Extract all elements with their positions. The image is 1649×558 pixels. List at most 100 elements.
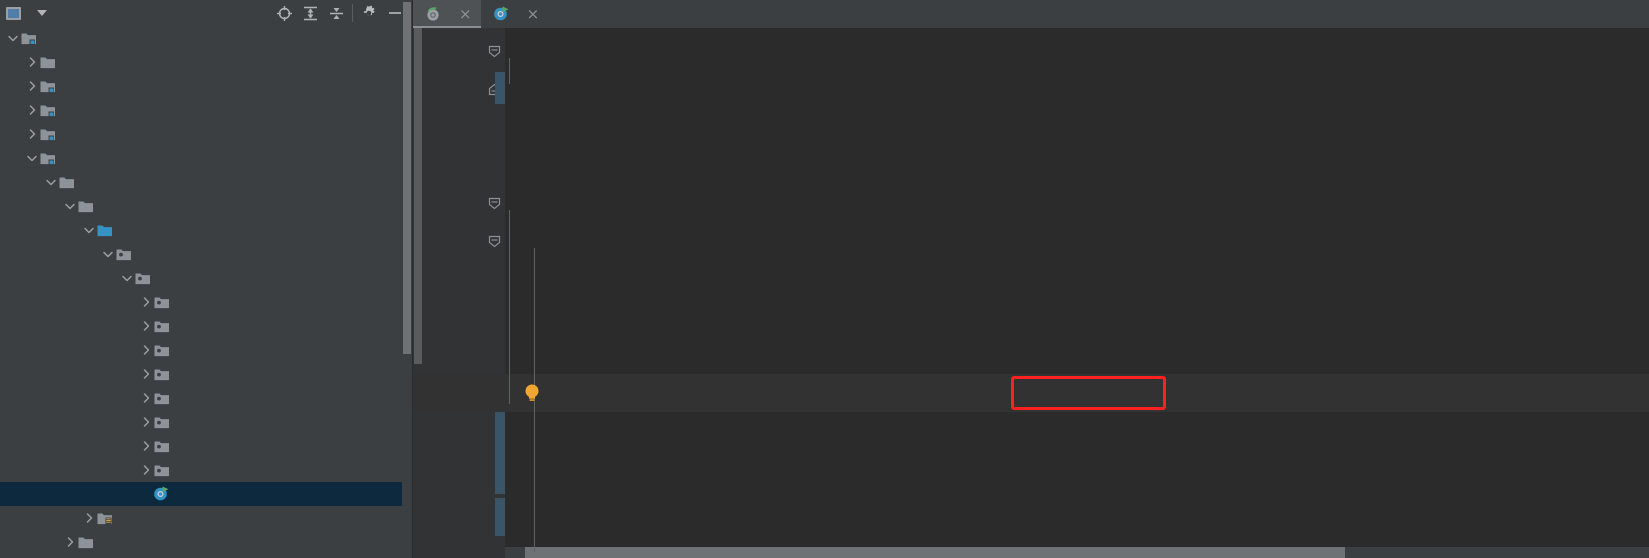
editor-tab[interactable]: × xyxy=(413,0,481,28)
fold-collapse-icon[interactable] xyxy=(487,32,501,70)
tree-row[interactable] xyxy=(0,74,412,98)
package-icon xyxy=(153,314,170,338)
package-icon xyxy=(134,266,151,290)
tree-row[interactable] xyxy=(0,290,412,314)
collapse-all-icon[interactable] xyxy=(323,2,349,24)
line-number xyxy=(413,146,452,184)
editor-horizontal-scrollbar-thumb[interactable] xyxy=(525,547,1345,558)
chevron-right-icon[interactable] xyxy=(25,50,39,74)
tree-row[interactable] xyxy=(0,194,412,218)
code-fold-guide xyxy=(509,210,510,404)
module-folder-icon xyxy=(20,26,37,50)
project-panel-scrollbar-track[interactable] xyxy=(402,0,412,558)
project-panel-scrollbar-thumb[interactable] xyxy=(403,2,411,354)
line-number xyxy=(413,222,452,260)
tree-row[interactable] xyxy=(0,506,412,530)
chevron-right-icon[interactable] xyxy=(25,74,39,98)
chevron-right-icon[interactable] xyxy=(139,458,153,482)
expand-all-icon[interactable] xyxy=(297,2,323,24)
package-icon xyxy=(153,458,170,482)
resources-folder-icon xyxy=(96,506,113,530)
code-fold-guide xyxy=(509,58,510,84)
chevron-down-icon[interactable] xyxy=(63,194,77,218)
idea-window: × × xyxy=(0,0,1649,558)
tree-row[interactable] xyxy=(0,314,412,338)
line-number xyxy=(413,526,452,558)
editor-tab-bar: × × xyxy=(413,0,1649,28)
line-number xyxy=(413,184,452,222)
tree-row[interactable] xyxy=(0,338,412,362)
tree-row[interactable] xyxy=(0,50,412,74)
chevron-down-icon[interactable] xyxy=(120,266,134,290)
chevron-right-icon[interactable] xyxy=(139,386,153,410)
tree-row[interactable] xyxy=(0,434,412,458)
tree-row[interactable] xyxy=(0,170,412,194)
folder-icon xyxy=(39,50,56,74)
tree-row[interactable] xyxy=(0,218,412,242)
fold-collapse-icon[interactable] xyxy=(487,222,501,260)
line-number xyxy=(413,108,452,146)
module-folder-icon xyxy=(39,122,56,146)
line-number xyxy=(413,488,452,526)
chevron-right-icon[interactable] xyxy=(82,506,96,530)
editor-gutter[interactable] xyxy=(423,28,505,558)
chevron-down-icon[interactable] xyxy=(6,26,20,50)
tree-row[interactable] xyxy=(0,122,412,146)
chevron-down-icon[interactable] xyxy=(82,218,96,242)
fold-collapse-icon[interactable] xyxy=(487,184,501,222)
chevron-right-icon[interactable] xyxy=(139,410,153,434)
chevron-down-icon[interactable] xyxy=(44,170,58,194)
tree-row[interactable] xyxy=(0,386,412,410)
tree-row[interactable] xyxy=(0,26,412,50)
project-window-icon xyxy=(6,6,21,20)
yaml-file-icon xyxy=(425,6,442,22)
project-tree[interactable] xyxy=(0,26,412,558)
close-icon[interactable]: × xyxy=(527,6,540,22)
folder-icon xyxy=(77,194,94,218)
chevron-right-icon[interactable] xyxy=(139,290,153,314)
project-tool-window xyxy=(0,0,412,558)
tree-row[interactable] xyxy=(0,266,412,290)
package-icon xyxy=(153,290,170,314)
tree-row[interactable] xyxy=(0,362,412,386)
tree-row[interactable] xyxy=(0,458,412,482)
chevron-right-icon[interactable] xyxy=(139,434,153,458)
chevron-right-icon[interactable] xyxy=(63,530,77,554)
package-icon xyxy=(153,434,170,458)
toolbar-divider xyxy=(352,4,353,22)
module-folder-icon xyxy=(39,98,56,122)
locate-icon[interactable] xyxy=(271,2,297,24)
tree-row[interactable] xyxy=(0,530,412,554)
package-icon xyxy=(153,410,170,434)
chevron-right-icon[interactable] xyxy=(139,362,153,386)
line-number xyxy=(413,260,452,298)
code-line-current[interactable] xyxy=(413,374,1649,412)
package-icon xyxy=(153,338,170,362)
close-icon[interactable]: × xyxy=(459,6,472,22)
java-class-run-icon xyxy=(493,6,510,22)
tree-row[interactable] xyxy=(0,242,412,266)
chevron-down-icon[interactable] xyxy=(25,146,39,170)
code-editor[interactable] xyxy=(413,28,1649,558)
tree-row[interactable] xyxy=(0,410,412,434)
tree-arrow-none xyxy=(139,482,153,506)
tree-row[interactable] xyxy=(0,146,412,170)
module-folder-icon xyxy=(39,74,56,98)
chevron-down-icon[interactable] xyxy=(101,242,115,266)
editor-horizontal-scrollbar-track[interactable] xyxy=(505,547,1649,558)
chevron-right-icon[interactable] xyxy=(25,122,39,146)
tree-row-selected[interactable] xyxy=(0,482,412,506)
tree-row[interactable] xyxy=(0,98,412,122)
editor-tab[interactable]: × xyxy=(481,0,549,28)
project-panel-header xyxy=(0,0,412,26)
chevron-right-icon[interactable] xyxy=(25,98,39,122)
package-icon xyxy=(153,386,170,410)
package-icon xyxy=(153,362,170,386)
line-number xyxy=(413,32,452,70)
chevron-right-icon[interactable] xyxy=(139,314,153,338)
chevron-down-icon[interactable] xyxy=(37,10,47,16)
settings-gear-icon[interactable] xyxy=(356,2,382,24)
intention-bulb-icon[interactable] xyxy=(523,383,541,407)
chevron-right-icon[interactable] xyxy=(139,338,153,362)
editor-text-area[interactable] xyxy=(413,28,1649,558)
